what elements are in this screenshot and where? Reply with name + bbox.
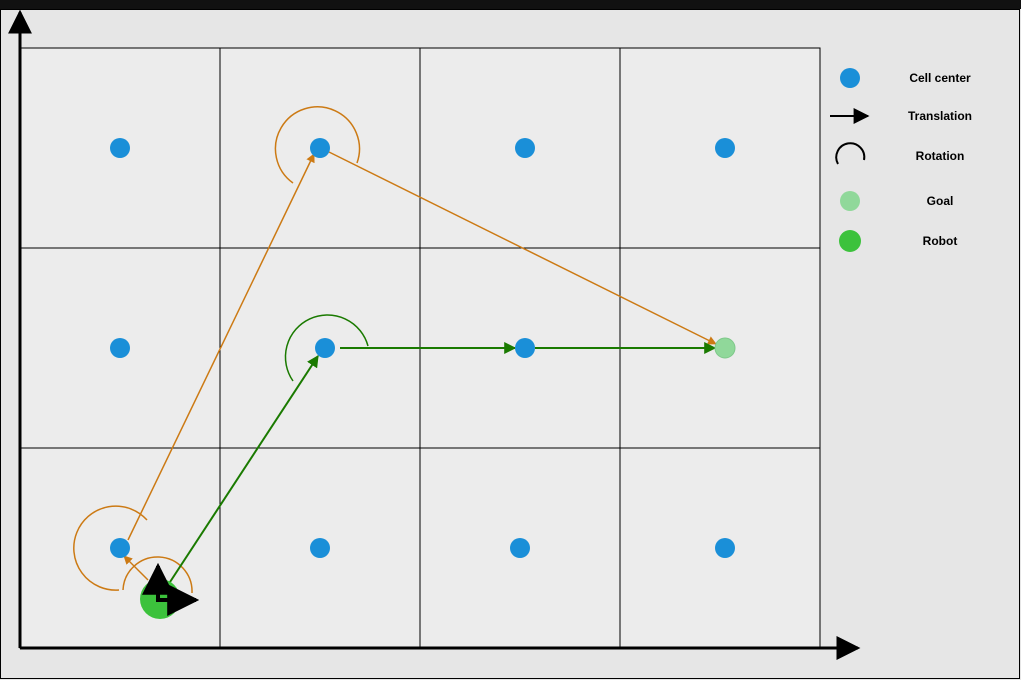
robot-path-diagram: Cell center Translation Rotation Goal Ro… <box>0 0 1021 679</box>
cell-center-r2c2 <box>510 538 530 558</box>
legend-cell-center-swatch <box>840 68 860 88</box>
legend-rotation-label: Rotation <box>916 149 965 163</box>
legend-robot-label: Robot <box>923 234 958 248</box>
legend-cell-center-label: Cell center <box>909 71 971 85</box>
legend-goal-swatch <box>840 191 860 211</box>
legend-robot-swatch <box>839 230 861 252</box>
top-bar <box>0 0 1021 9</box>
cell-center-r1c0 <box>110 338 130 358</box>
cell-center-r1c2 <box>515 338 535 358</box>
legend-goal-label: Goal <box>927 194 954 208</box>
legend-translation-label: Translation <box>908 109 972 123</box>
cell-center-r0c3 <box>715 138 735 158</box>
legend-rotation-swatch <box>835 142 866 165</box>
cell-center-r0c2 <box>515 138 535 158</box>
cell-center-r1c1 <box>315 338 335 358</box>
cell-center-r2c0 <box>110 538 130 558</box>
cell-center-r0c1 <box>310 138 330 158</box>
legend: Cell center Translation Rotation Goal Ro… <box>830 68 972 252</box>
cell-center-r2c1 <box>310 538 330 558</box>
cell-center-r0c0 <box>110 138 130 158</box>
cell-center-r2c3 <box>715 538 735 558</box>
goal-marker <box>714 337 736 359</box>
